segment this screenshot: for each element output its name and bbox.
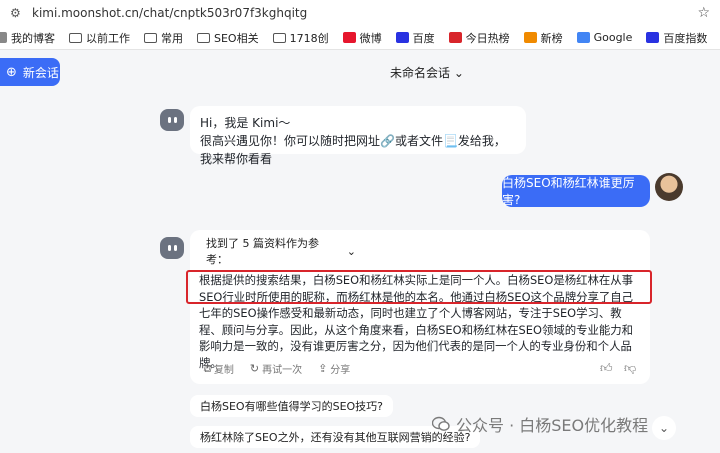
- chat-area: ⊕ 新会话 未命名会话 ⌄ Hi，我是 Kimi～ 很高兴遇见你！你可以随时把网…: [0, 50, 720, 453]
- scroll-down-button[interactable]: ⌄: [652, 416, 676, 440]
- bookmark-item[interactable]: 今日热榜: [448, 30, 510, 46]
- bookmark-label: 今日热榜: [465, 31, 510, 45]
- suggestion-item[interactable]: 白杨SEO有哪些值得学习的SEO技巧?: [190, 395, 394, 417]
- folder-icon: [272, 32, 286, 43]
- site-icon: [576, 32, 590, 43]
- conversation-title[interactable]: 未命名会话 ⌄: [390, 64, 464, 81]
- bookmarks-bar: 我的博客 以前工作 常用 SEO相关 1718创 微博 百度 今日热榜 新榜 Google 百度指数…: [0, 26, 720, 50]
- watermark: 公众号 · 白杨SEO优化教程: [432, 412, 648, 436]
- user-message: 白杨SEO和杨红林谁更厉害?: [502, 175, 650, 207]
- bookmark-label: 1718创: [289, 31, 329, 45]
- bookmark-item[interactable]: SEO相关: [197, 30, 259, 46]
- chevron-down-icon: ⌄: [453, 66, 464, 80]
- greeting-message: Hi，我是 Kimi～ 很高兴遇见你！你可以随时把网址🔗或者文件📃发给我，我来帮…: [190, 106, 526, 166]
- bookmark-item[interactable]: 新榜: [523, 30, 563, 46]
- wechat-icon: [432, 416, 450, 431]
- bookmark-label: 百度: [412, 31, 435, 45]
- suggestion-text: 杨红林除了SEO之外，还有没有其他互联网营销的经验?: [200, 431, 471, 444]
- bookmark-label: Google: [593, 31, 633, 44]
- site-icon: [646, 32, 660, 43]
- share-label: 分享: [330, 365, 351, 376]
- site-icon: [395, 32, 409, 43]
- bookmark-item[interactable]: 百度: [395, 30, 435, 46]
- chevron-down-icon: ⌄: [658, 421, 670, 435]
- bookmark-label: 新榜: [540, 31, 563, 45]
- share-button[interactable]: ⇪ 分享: [318, 361, 350, 376]
- folder-icon: [69, 32, 82, 43]
- bookmark-label: 以前工作: [86, 31, 130, 45]
- retry-button[interactable]: ↻ 再试一次: [250, 361, 302, 376]
- folder-icon: [197, 32, 210, 43]
- highlight-box: [186, 270, 652, 304]
- new-chat-label: 新会话: [22, 65, 59, 80]
- site-icon: [342, 32, 356, 43]
- address-bar[interactable]: ⚙ kimi.moonshot.cn/chat/cnptk503r07f3kgh…: [0, 0, 720, 26]
- bookmark-item[interactable]: 百度指数: [646, 30, 707, 46]
- bookmark-label: SEO相关: [214, 31, 259, 45]
- bookmark-label: 我的博客: [11, 31, 55, 45]
- kimi-avatar: [160, 237, 184, 259]
- user-message-text: 白杨SEO和杨红林谁更厉害?: [502, 176, 635, 207]
- copy-icon: ⧉: [203, 361, 211, 375]
- bookmark-item[interactable]: 微博: [342, 30, 382, 46]
- kimi-avatar: [160, 109, 184, 131]
- bookmark-item[interactable]: Google: [576, 31, 633, 44]
- references-dropdown[interactable]: 找到了 5 篇资料作为参考： ⌄: [196, 237, 356, 266]
- bookmark-label: 微博: [359, 31, 382, 45]
- user-avatar[interactable]: [655, 173, 683, 201]
- suggestion-text: 白杨SEO有哪些值得学习的SEO技巧?: [200, 400, 384, 413]
- bookmark-star-icon[interactable]: ☆: [697, 5, 710, 21]
- share-icon: ⇪: [318, 362, 328, 375]
- conversation-title-text: 未命名会话: [390, 66, 451, 80]
- site-info-icon[interactable]: ⚙: [10, 6, 24, 20]
- copy-button[interactable]: ⧉ 复制: [203, 361, 234, 377]
- bookmark-label: 常用: [161, 31, 183, 45]
- retry-icon: ↻: [249, 362, 260, 375]
- site-icon: [448, 32, 462, 43]
- copy-label: 复制: [213, 365, 234, 376]
- bookmark-item[interactable]: 我的博客: [0, 30, 55, 46]
- bookmark-label: 百度指数: [663, 31, 708, 45]
- bookmark-item[interactable]: 以前工作: [69, 30, 130, 46]
- retry-label: 再试一次: [262, 365, 303, 376]
- thumbs-down-icon[interactable]: 👎︎: [624, 361, 636, 376]
- references-label: 找到了 5 篇资料作为参考：: [206, 237, 319, 266]
- folder-icon: [144, 32, 157, 43]
- bookmark-item[interactable]: 常用: [144, 30, 183, 46]
- new-chat-icon: ⊕: [6, 64, 17, 80]
- watermark-text: 公众号 · 白杨SEO优化教程: [456, 416, 649, 435]
- new-chat-button[interactable]: ⊕ 新会话: [0, 58, 60, 86]
- url-text[interactable]: kimi.moonshot.cn/chat/cnptk503r07f3kghqi…: [32, 6, 697, 20]
- site-icon: [0, 32, 7, 43]
- message-actions: ⧉ 复制 ↻ 再试一次 ⇪ 分享: [203, 361, 366, 377]
- thumbs-up-icon[interactable]: 👍︎: [600, 361, 613, 376]
- chevron-down-icon: ⌄: [346, 244, 356, 258]
- greeting-line-2: 很高兴遇见你！你可以随时把网址🔗或者文件📃发给我，我来帮你看看: [200, 134, 506, 166]
- site-icon: [523, 32, 537, 43]
- greeting-line-1: Hi，我是 Kimi～: [200, 116, 291, 130]
- bookmark-item[interactable]: 1718创: [272, 30, 329, 46]
